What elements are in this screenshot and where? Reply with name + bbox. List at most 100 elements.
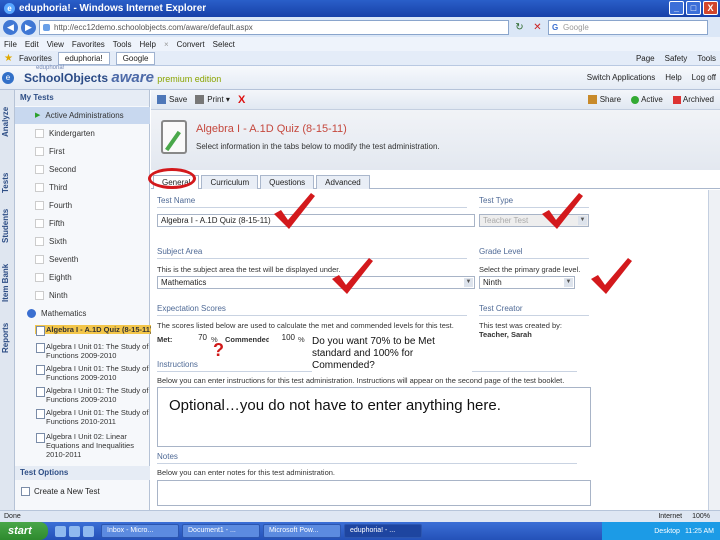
desktop-toolbar[interactable]: Desktop	[654, 528, 680, 535]
tree-item-active-administrations[interactable]: ▶ Active Administrations	[15, 107, 150, 124]
maximize-button[interactable]: □	[686, 1, 701, 15]
grade-level-select[interactable]: Ninth ▼	[479, 276, 575, 289]
menu-convert[interactable]: Convert	[177, 40, 205, 49]
chevron-down-icon: ▼	[464, 278, 473, 287]
tree-item-second[interactable]: Second	[15, 161, 150, 178]
tree-item-fifth[interactable]: Fifth	[15, 215, 150, 232]
tab-eduphoria[interactable]: eduphoria!	[57, 51, 110, 65]
menu-help[interactable]: Help	[139, 40, 155, 49]
favorites-label[interactable]: Favorites	[19, 54, 52, 63]
share-button[interactable]: Share	[587, 95, 621, 105]
content-scrollbar[interactable]	[708, 190, 720, 510]
address-input[interactable]: http://ecc12demo.schoolobjects.com/aware…	[39, 19, 509, 35]
tree-item-seventh[interactable]: Seventh	[15, 251, 150, 268]
search-input[interactable]: Google	[548, 19, 708, 35]
play-icon: ▶	[35, 112, 41, 119]
divider	[157, 315, 467, 316]
menu-view[interactable]: View	[47, 40, 64, 49]
tree-item-ninth[interactable]: Ninth	[15, 287, 150, 304]
red-checkmark-icon	[332, 258, 373, 294]
favorites-star-icon[interactable]: ★	[4, 53, 13, 64]
minimize-button[interactable]: _	[669, 1, 684, 15]
save-button[interactable]: Save	[157, 95, 187, 105]
vtab-students[interactable]: Students	[1, 200, 14, 252]
subject-area-select[interactable]: Mathematics ▼	[157, 276, 475, 289]
grade-level-label: Grade Level	[479, 247, 523, 256]
app-home-icon[interactable]: e	[2, 72, 14, 84]
log-off-link[interactable]: Log off	[692, 73, 716, 82]
create-new-test-link[interactable]: Create a New Test	[21, 487, 100, 496]
tree-item-sixth[interactable]: Sixth	[15, 233, 150, 250]
tree-doc[interactable]: Algebra I Unit 01: The Study of Function…	[35, 364, 155, 382]
tab-google[interactable]: Google	[115, 51, 156, 65]
archived-button[interactable]: Archived	[672, 95, 714, 104]
back-arrow-icon[interactable]: ◀	[3, 19, 18, 35]
tree-doc[interactable]: Algebra I Unit 02: Linear Equations and …	[35, 432, 155, 459]
task-inbox[interactable]: Inbox - Micro...	[101, 524, 179, 538]
tree-doc[interactable]: Algebra I Unit 01: The Study of Function…	[35, 342, 155, 360]
commended-label: Commended:	[225, 335, 273, 344]
commended-input[interactable]: 100	[269, 332, 297, 345]
divider	[479, 315, 589, 316]
app-header: e eduphoria! SchoolObjects aware premium…	[0, 65, 720, 90]
tree-item-first[interactable]: First	[15, 143, 150, 160]
red-checkmark-icon	[542, 193, 583, 229]
quick-launch-icon[interactable]	[55, 525, 66, 537]
save-icon	[157, 95, 166, 105]
active-button[interactable]: Active	[631, 95, 663, 104]
task-powerpoint[interactable]: Microsoft Pow...	[263, 524, 341, 538]
quick-launch-icon[interactable]	[69, 525, 80, 537]
tab-advanced[interactable]: Advanced	[316, 175, 370, 189]
refresh-icon[interactable]: ↻	[512, 20, 527, 35]
tree-item-fourth[interactable]: Fourth	[15, 197, 150, 214]
delete-button[interactable]: X	[238, 94, 245, 106]
page-menu[interactable]: Page	[636, 54, 655, 63]
safety-menu[interactable]: Safety	[665, 54, 688, 63]
tab-questions[interactable]: Questions	[260, 175, 315, 189]
task-eduphoria[interactable]: eduphoria! - ...	[344, 524, 422, 538]
vtab-analyze[interactable]: Analyze	[1, 96, 14, 148]
met-input[interactable]: 70	[183, 332, 209, 345]
tree-item-mathematics[interactable]: Mathematics	[15, 305, 150, 322]
start-button[interactable]: start	[0, 522, 48, 540]
instructions-label: Instructions	[157, 360, 198, 369]
creator-help: This test was created by:	[479, 321, 562, 330]
status-right: Internet 100%	[658, 513, 710, 520]
menu-favorites[interactable]: Favorites	[72, 40, 105, 49]
logo-edition: premium edition	[157, 74, 222, 84]
tree-item-eighth[interactable]: Eighth	[15, 269, 150, 286]
quick-launch-icon[interactable]	[83, 525, 94, 537]
notes-label: Notes	[157, 452, 178, 461]
menu-tools[interactable]: Tools	[113, 40, 132, 49]
task-document[interactable]: Document1 - ...	[182, 524, 260, 538]
grade-help: Select the primary grade level.	[479, 265, 581, 274]
test-title: Algebra I - A.1D Quiz (8-15-11)	[196, 123, 347, 135]
menu-file[interactable]: File	[4, 40, 17, 49]
switch-applications-link[interactable]: Switch Applications	[587, 73, 655, 82]
close-button[interactable]: X	[703, 1, 718, 15]
notes-textarea[interactable]	[157, 480, 591, 506]
vtab-reports[interactable]: Reports	[1, 318, 14, 358]
zoom-level[interactable]: 100%	[692, 513, 710, 520]
menu-select[interactable]: Select	[213, 40, 235, 49]
tools-menu[interactable]: Tools	[697, 54, 716, 63]
tree-item-kindergarten[interactable]: Kindergarten	[15, 125, 150, 142]
command-bar: Page Safety Tools	[636, 54, 716, 63]
print-button[interactable]: Print ▾	[195, 95, 230, 105]
help-link[interactable]: Help	[665, 73, 681, 82]
menu-separator: ×	[163, 39, 169, 49]
vtab-item-bank[interactable]: Item Bank	[1, 260, 14, 306]
subject-help: This is the subject area the test will b…	[157, 265, 341, 274]
forward-arrow-icon[interactable]: ▶	[21, 19, 36, 35]
stop-icon[interactable]: ✕	[530, 20, 545, 35]
optional-note: Optional…you do not have to enter anythi…	[169, 397, 501, 414]
question-mark-annotation: ?	[213, 340, 224, 360]
tab-curriculum[interactable]: Curriculum	[201, 175, 259, 189]
tree-doc[interactable]: Algebra I Unit 01: The Study of Function…	[35, 408, 155, 426]
menu-edit[interactable]: Edit	[25, 40, 39, 49]
tree-doc[interactable]: Algebra I Unit 01: The Study of Function…	[35, 386, 155, 404]
tree-item-third[interactable]: Third	[15, 179, 150, 196]
archived-icon	[672, 95, 681, 104]
tree-doc-selected[interactable]: Algebra I - A.1D Quiz (8-15-11)	[35, 325, 155, 336]
window-controls: _ □ X	[669, 1, 718, 15]
